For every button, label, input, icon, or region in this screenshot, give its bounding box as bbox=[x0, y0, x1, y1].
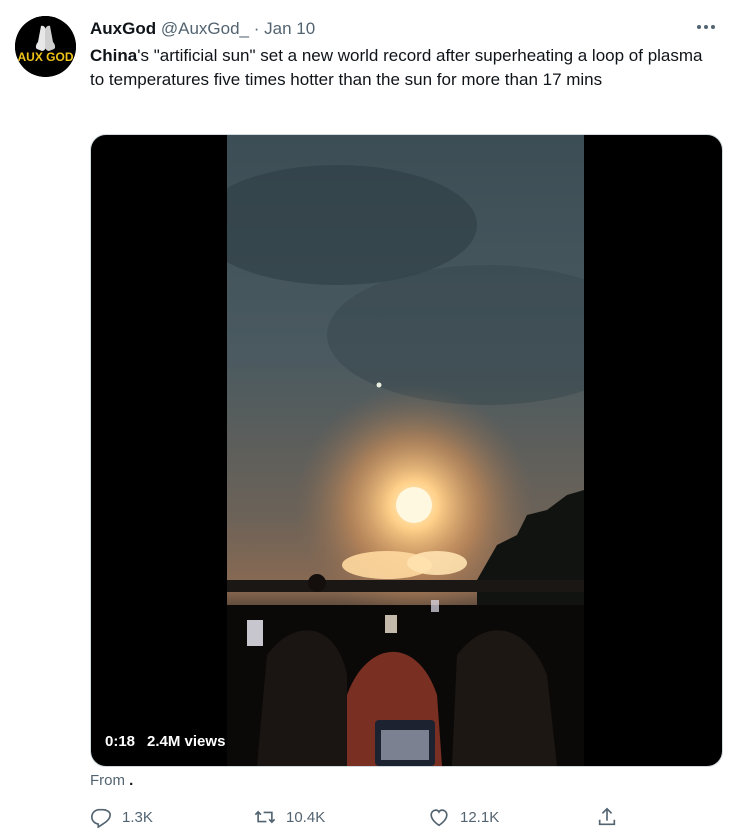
praying-hands-logo: AUX GOD bbox=[15, 16, 76, 77]
reply-count: 1.3K bbox=[122, 808, 153, 826]
tweet-text-link[interactable]: China bbox=[90, 46, 137, 65]
tweet-text: China's "artificial sun" set a new world… bbox=[90, 44, 720, 92]
reply-button[interactable]: 1.3K bbox=[90, 806, 153, 828]
tweet-date[interactable]: Jan 10 bbox=[264, 19, 315, 38]
action-bar: 1.3K 10.4K 12.1K bbox=[84, 806, 644, 834]
video-stats-overlay: 0:18 2.4M views bbox=[105, 733, 225, 750]
video-frame[interactable] bbox=[227, 135, 584, 766]
heart-icon bbox=[430, 809, 448, 827]
reply-icon bbox=[91, 808, 111, 828]
author-handle[interactable]: @AuxGod_ bbox=[161, 19, 249, 38]
video-player[interactable]: 0:18 2.4M views bbox=[90, 134, 723, 767]
more-options-button[interactable] bbox=[691, 14, 721, 40]
tweet-text-body: 's "artificial sun" set a new world reco… bbox=[90, 46, 703, 89]
separator-dot: · bbox=[253, 19, 260, 38]
from-source-link[interactable]: . bbox=[129, 772, 133, 789]
avatar-logo-text: AUX GOD bbox=[17, 50, 73, 64]
share-button[interactable] bbox=[596, 806, 618, 828]
video-thumbnail bbox=[227, 135, 584, 766]
more-icon bbox=[697, 25, 715, 29]
retweet-icon bbox=[254, 810, 276, 824]
author-name[interactable]: AuxGod bbox=[90, 19, 156, 38]
like-count: 12.1K bbox=[460, 808, 500, 826]
retweet-button[interactable]: 10.4K bbox=[254, 806, 325, 828]
like-button[interactable]: 12.1K bbox=[428, 806, 499, 828]
tweet-header: AuxGod @AuxGod_ · Jan 10 bbox=[90, 18, 721, 42]
from-attribution: From . bbox=[90, 772, 133, 789]
video-views: 2.4M views bbox=[147, 733, 226, 750]
avatar[interactable]: AUX GOD bbox=[15, 16, 76, 77]
retweet-count: 10.4K bbox=[286, 808, 326, 826]
video-duration: 0:18 bbox=[105, 733, 136, 750]
from-label: From bbox=[90, 772, 125, 789]
share-icon bbox=[598, 807, 616, 826]
